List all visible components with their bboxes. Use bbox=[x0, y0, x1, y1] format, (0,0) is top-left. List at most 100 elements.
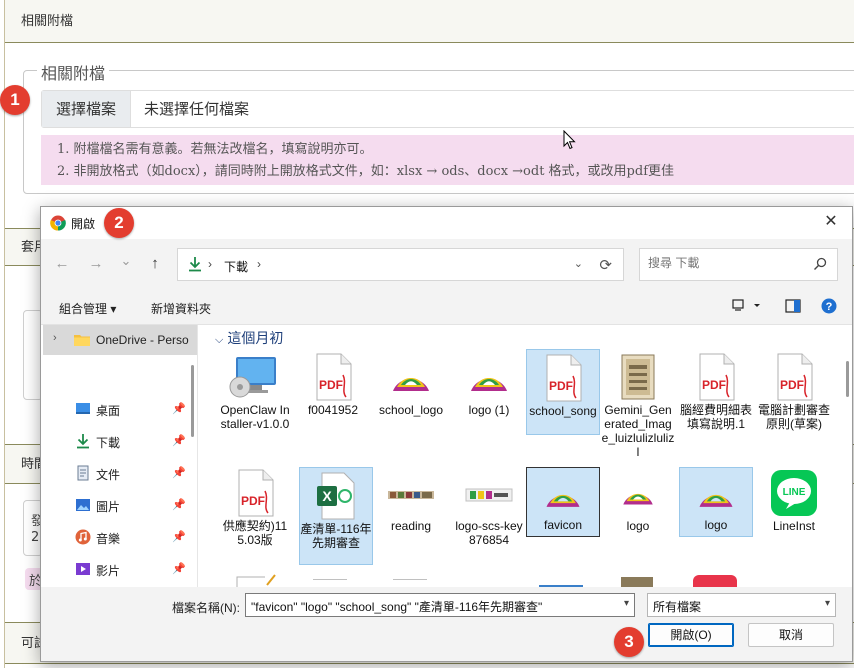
filetype-value[interactable]: 所有檔案 bbox=[653, 598, 701, 615]
new-folder-button[interactable]: 新增資料夾 bbox=[151, 300, 211, 317]
file-tile-partial[interactable] bbox=[393, 579, 427, 587]
mouse-cursor-icon bbox=[563, 130, 576, 150]
breadcrumb-downloads[interactable]: 下載 bbox=[224, 258, 248, 275]
choose-file-button[interactable]: 選擇檔案 bbox=[42, 91, 131, 127]
sidebar-item-downloads[interactable]: 下載 📌 bbox=[41, 427, 197, 455]
file-name: f0041952 bbox=[307, 403, 359, 417]
sidebar-item-documents[interactable]: 文件 📌 bbox=[41, 459, 197, 487]
file-tile[interactable]: LINE LineInst bbox=[757, 465, 831, 541]
sidebar-item-label: 影片 bbox=[96, 564, 121, 578]
file-tile[interactable]: reading bbox=[374, 465, 448, 541]
navigation-row: ← → ⌄ ↑ › 下載 › ⌄ ⟳ bbox=[41, 239, 852, 289]
dialog-close-button[interactable]: ✕ bbox=[810, 207, 852, 237]
breadcrumb-separator-2[interactable]: › bbox=[257, 257, 261, 271]
svg-text:PDF: PDF bbox=[241, 494, 265, 508]
chevron-down-icon[interactable]: ▾ bbox=[624, 598, 629, 609]
sidebar-item-label: OneDrive - Perso bbox=[96, 333, 189, 347]
navigation-pane: › OneDrive - Perso 桌面 📌 下載 📌 文件 📌 圖片 📌 音… bbox=[41, 325, 198, 587]
documents-icon bbox=[77, 465, 89, 481]
file-tile[interactable]: logo (1) bbox=[452, 349, 526, 425]
sidebar-item-videos[interactable]: 影片 📌 bbox=[41, 555, 197, 583]
view-options-icon[interactable] bbox=[732, 298, 762, 314]
collapse-chevron-icon[interactable]: ⌵ bbox=[215, 334, 223, 346]
svg-text:PDF: PDF bbox=[549, 379, 573, 393]
file-tile-selected[interactable]: logo bbox=[679, 467, 753, 537]
pin-icon: 📌 bbox=[172, 531, 186, 543]
sidebar-item-desktop[interactable]: 桌面 📌 bbox=[41, 395, 197, 423]
file-status-text: 未選擇任何檔案 bbox=[144, 100, 250, 118]
filename-value[interactable]: "favicon" "logo" "school_song" "產清單-116年… bbox=[251, 598, 542, 615]
svg-text:LINE: LINE bbox=[783, 487, 806, 498]
document-icon bbox=[236, 574, 276, 587]
pin-icon: 📌 bbox=[172, 467, 186, 479]
address-dropdown-icon[interactable]: ⌄ bbox=[574, 257, 583, 270]
file-tile[interactable]: logo-scs-key876854 bbox=[452, 465, 526, 551]
dialog-footer: 檔案名稱(N): "favicon" "logo" "school_song" … bbox=[41, 587, 852, 661]
file-tile-partial[interactable] bbox=[621, 577, 653, 587]
file-name: favicon bbox=[543, 518, 583, 532]
up-arrow-icon[interactable]: ↑ bbox=[145, 254, 165, 274]
breadcrumb-separator: › bbox=[208, 257, 212, 271]
filename-input[interactable]: "favicon" "logo" "school_song" "產清單-116年… bbox=[245, 593, 635, 617]
group-header[interactable]: ⌵ 這個月初 bbox=[215, 328, 283, 348]
address-bar[interactable]: › 下載 › ⌄ ⟳ bbox=[177, 248, 624, 281]
file-tile-partial[interactable] bbox=[313, 579, 347, 587]
file-tile-partial[interactable] bbox=[233, 573, 277, 587]
sidebar-item-onedrive[interactable]: › OneDrive - Perso bbox=[43, 325, 197, 355]
file-tile-partial[interactable] bbox=[693, 575, 737, 587]
svg-text:PDF: PDF bbox=[780, 378, 804, 392]
file-tile[interactable]: logo bbox=[601, 465, 675, 541]
recent-locations-icon[interactable]: ⌄ bbox=[116, 251, 136, 271]
chevron-down-icon[interactable]: ▾ bbox=[825, 598, 830, 609]
file-tile[interactable]: PDF 供應契約)115.03版 bbox=[218, 465, 292, 565]
refresh-icon[interactable]: ⟳ bbox=[599, 256, 612, 274]
file-name: 腦經費明細表填寫說明.1 bbox=[679, 403, 752, 431]
sidebar-scrollbar[interactable] bbox=[191, 365, 194, 437]
step-3-badge: 3 bbox=[614, 627, 644, 657]
file-list-scrollbar[interactable] bbox=[846, 361, 849, 397]
pin-icon: 📌 bbox=[172, 403, 186, 415]
school-logo-icon bbox=[393, 378, 429, 391]
note-line-2: 2. 非開放格式（如docx），請同時附上開放格式文件，如：xlsx → ods… bbox=[57, 164, 675, 179]
preview-pane-icon[interactable] bbox=[785, 298, 801, 314]
time-fragment-2: 2 bbox=[31, 530, 40, 545]
file-tile[interactable]: PDF f0041952 bbox=[296, 349, 370, 425]
file-tile-selected[interactable]: PDF school_song bbox=[526, 349, 600, 435]
back-arrow-icon[interactable]: ← bbox=[52, 254, 72, 274]
pin-icon: 📌 bbox=[172, 499, 186, 511]
open-button[interactable]: 開啟(O) bbox=[648, 623, 734, 647]
svg-text:PDF: PDF bbox=[702, 378, 726, 392]
logo-icon bbox=[699, 494, 733, 507]
filetype-select[interactable]: 所有檔案 ▾ bbox=[647, 593, 836, 617]
sidebar-item-label: 圖片 bbox=[96, 500, 121, 514]
pdf-file-icon: PDF bbox=[316, 353, 352, 401]
image-strip-icon bbox=[388, 491, 434, 499]
image-thumbnail-icon bbox=[621, 354, 655, 400]
file-tile-selected[interactable]: favicon bbox=[526, 467, 600, 537]
search-box[interactable] bbox=[639, 248, 838, 281]
file-tile-selected[interactable]: X 產清單-116年先期審查 bbox=[299, 467, 373, 565]
file-tile[interactable]: Gemini_Generated_Image_luizlulizlulizl bbox=[601, 349, 675, 465]
sidebar-item-music[interactable]: 音樂 📌 bbox=[41, 523, 197, 551]
sidebar-item-label: 下載 bbox=[96, 436, 121, 450]
download-icon bbox=[189, 257, 201, 272]
organize-menu[interactable]: 組合管理 ▾ bbox=[59, 300, 116, 317]
file-tile[interactable]: PDF 腦經費明細表填寫說明.1 bbox=[679, 349, 753, 449]
file-name: school_song bbox=[529, 404, 597, 418]
file-name: Gemini_Generated_Image_luizlulizlulizl bbox=[601, 403, 675, 459]
cancel-button[interactable]: 取消 bbox=[748, 623, 834, 647]
file-tile[interactable]: OpenClaw Installer-v1.0.0 bbox=[218, 349, 292, 465]
expand-chevron-icon[interactable]: › bbox=[53, 332, 57, 344]
help-icon[interactable]: ? bbox=[821, 298, 837, 314]
sidebar-item-pictures[interactable]: 圖片 📌 bbox=[41, 491, 197, 519]
file-name: 產清單-116年先期審查 bbox=[300, 522, 372, 550]
search-input[interactable] bbox=[648, 256, 808, 270]
file-name: logo bbox=[704, 518, 728, 532]
file-tile[interactable]: PDF 電腦計劃審查原則(草案) bbox=[757, 349, 831, 449]
excel-file-icon: X bbox=[317, 472, 355, 520]
file-tile[interactable]: school_logo bbox=[374, 349, 448, 425]
svg-text:X: X bbox=[322, 488, 332, 504]
search-icon bbox=[814, 257, 827, 270]
file-input[interactable]: 選擇檔案 未選擇任何檔案 bbox=[41, 90, 854, 128]
forward-arrow-icon[interactable]: → bbox=[86, 254, 106, 274]
